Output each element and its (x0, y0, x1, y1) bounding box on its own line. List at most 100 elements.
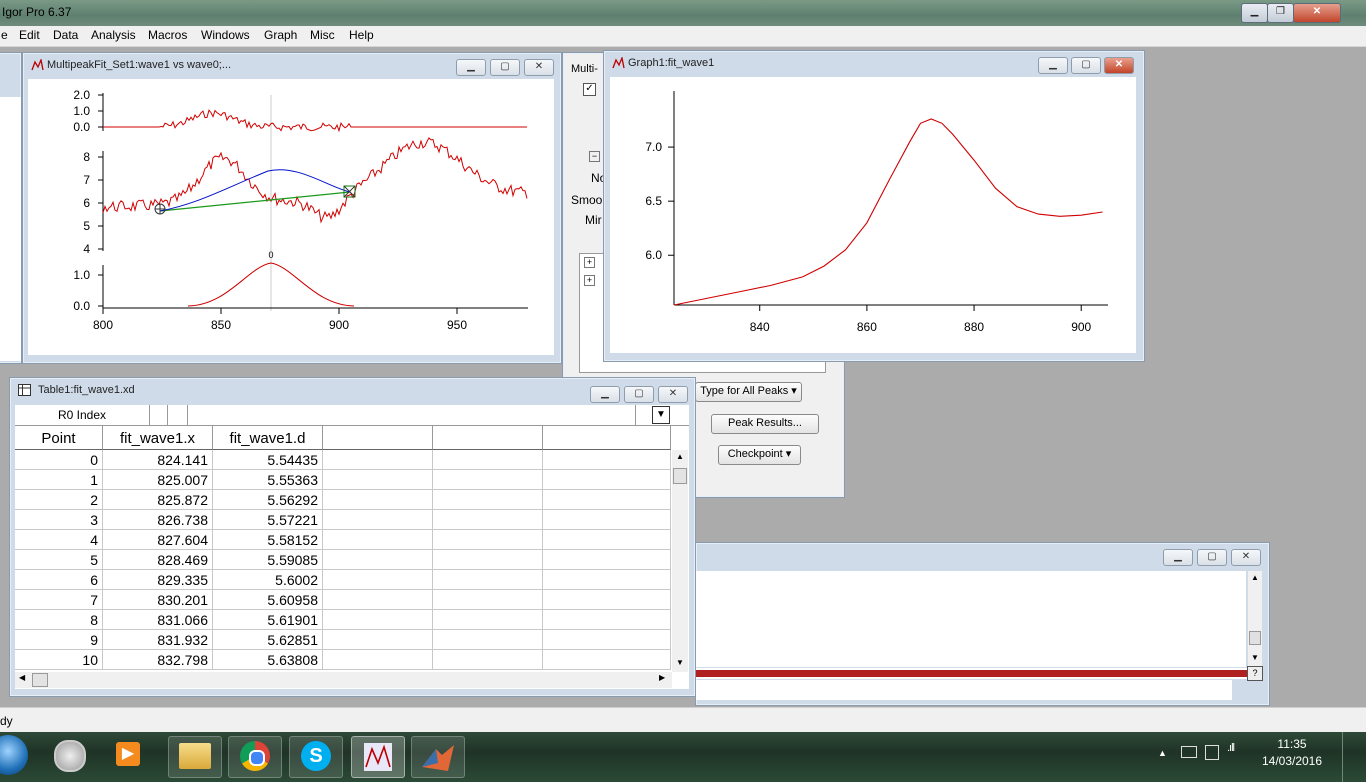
minimize-button[interactable]: ▁ (1038, 57, 1068, 74)
table-cell[interactable] (323, 530, 433, 550)
table-cell[interactable] (323, 450, 433, 470)
table-cell[interactable] (543, 490, 671, 510)
table-cell[interactable] (433, 470, 543, 490)
taskbar-app-explorer[interactable] (168, 736, 222, 778)
menu-data[interactable]: Data (53, 28, 78, 42)
table-cell[interactable]: 828.469 (103, 550, 213, 570)
row-index-cell[interactable]: 3 (15, 510, 103, 530)
minimize-button[interactable]: ▁ (1163, 549, 1193, 566)
tray-network-icon[interactable] (1205, 745, 1219, 760)
tray-battery-icon[interactable] (1181, 746, 1197, 758)
table-cell[interactable] (543, 650, 671, 670)
table-cell[interactable]: 5.54435 (213, 450, 323, 470)
table-cell[interactable]: 831.066 (103, 610, 213, 630)
table-cell[interactable] (543, 590, 671, 610)
table-cell[interactable] (323, 490, 433, 510)
minimize-button[interactable]: ▁ (590, 386, 620, 403)
row-index-cell[interactable]: 4 (15, 530, 103, 550)
table-cell[interactable] (433, 510, 543, 530)
row-index-cell[interactable]: 1 (15, 470, 103, 490)
table-cell[interactable] (323, 590, 433, 610)
table-cell[interactable]: 829.335 (103, 570, 213, 590)
clock-time[interactable]: 11:35 (1256, 737, 1328, 751)
table-cell[interactable] (543, 550, 671, 570)
table-cell[interactable]: 825.872 (103, 490, 213, 510)
table-cell[interactable] (323, 550, 433, 570)
table-horizontal-scrollbar[interactable]: ◀ ▶ (15, 672, 672, 688)
table-cell[interactable] (543, 530, 671, 550)
table-cell[interactable]: 5.58152 (213, 530, 323, 550)
table-cell[interactable] (543, 470, 671, 490)
table-cell[interactable] (543, 510, 671, 530)
clock-date[interactable]: 14/03/2016 (1256, 754, 1328, 768)
taskbar-app-media[interactable]: ▶ (104, 736, 156, 776)
close-button[interactable]: ✕ (524, 59, 554, 76)
taskbar-app-chrome[interactable] (228, 736, 282, 778)
column-header-empty[interactable] (433, 426, 543, 450)
table-cell[interactable] (433, 570, 543, 590)
table-cell[interactable] (433, 450, 543, 470)
use-checkbox[interactable]: ✓ (583, 83, 596, 96)
expand-toggle-2[interactable]: + (584, 275, 595, 286)
taskbar-app-skype[interactable]: S (289, 736, 343, 778)
table-cell[interactable]: 827.604 (103, 530, 213, 550)
peak-results-button[interactable]: Peak Results... (711, 414, 819, 434)
table-cell[interactable]: 831.932 (103, 630, 213, 650)
row-index-cell[interactable]: 9 (15, 630, 103, 650)
menu-windows[interactable]: Windows (201, 28, 250, 42)
column-header-empty[interactable] (323, 426, 433, 450)
row-index-cell[interactable]: 2 (15, 490, 103, 510)
table-cell[interactable]: 5.62851 (213, 630, 323, 650)
entry-accept[interactable] (167, 405, 188, 425)
row-index-cell[interactable]: 0 (15, 450, 103, 470)
command-window[interactable]: ▁ ▢ ✕ ▲ ▼ ? (695, 542, 1270, 706)
table-cell[interactable] (433, 490, 543, 510)
table-cell[interactable]: 5.56292 (213, 490, 323, 510)
table-cell[interactable] (323, 470, 433, 490)
table-cell[interactable]: 830.201 (103, 590, 213, 610)
menu-macros[interactable]: Macros (148, 28, 187, 42)
expand-toggle-1[interactable]: + (584, 257, 595, 268)
tray-signal-icon[interactable]: .ıll (1227, 742, 1235, 754)
row-index-cell[interactable]: 6 (15, 570, 103, 590)
multipeak-plot-area[interactable]: 2.0 1.0 0.0 8 7 6 5 4 1.0 0.0 0 800 850 … (28, 79, 554, 355)
command-history[interactable] (696, 571, 1246, 667)
table-vertical-scrollbar[interactable]: ▲ ▼ (672, 450, 688, 672)
help-icon[interactable]: ? (1247, 666, 1263, 681)
column-header-empty[interactable] (543, 426, 671, 450)
table-cell[interactable] (543, 570, 671, 590)
taskbar-app-igor[interactable] (351, 736, 405, 778)
table-cell[interactable] (433, 650, 543, 670)
table-cell[interactable] (543, 450, 671, 470)
maximize-button[interactable]: ▢ (1071, 57, 1101, 74)
menu-misc[interactable]: Misc (310, 28, 335, 42)
taskbar-app-clock[interactable] (44, 736, 96, 776)
table-cell[interactable]: 5.59085 (213, 550, 323, 570)
table-cell[interactable] (543, 610, 671, 630)
table-cell[interactable] (433, 590, 543, 610)
column-header-point[interactable]: Point (15, 426, 103, 450)
command-line-input[interactable] (696, 680, 1232, 700)
row-index-cell[interactable]: 7 (15, 590, 103, 610)
close-button[interactable]: ✕ (658, 386, 688, 403)
close-button[interactable]: ✕ (1231, 549, 1261, 566)
table-cell[interactable]: 5.61901 (213, 610, 323, 630)
graph1-window[interactable]: Graph1:fit_wave1 ▁ ▢ ✕ 840 860 880 900 7.0 6.… (603, 50, 1145, 362)
row-index-cell[interactable]: 10 (15, 650, 103, 670)
entry-field[interactable] (187, 405, 636, 425)
minimize-app-button[interactable]: ▁ (1241, 3, 1268, 23)
taskbar-app-matlab[interactable] (411, 736, 465, 778)
table-cell[interactable]: 826.738 (103, 510, 213, 530)
background-window-left[interactable] (0, 52, 22, 364)
column-header-d[interactable]: fit_wave1.d (213, 426, 323, 450)
table-cell[interactable]: 5.57221 (213, 510, 323, 530)
maximize-button[interactable]: ▢ (624, 386, 654, 403)
table-cell[interactable] (543, 630, 671, 650)
table-cell[interactable] (433, 610, 543, 630)
table-client[interactable]: R0 Index ▼ Point fit_wave1.x fit_wave1.d… (15, 405, 689, 689)
column-header-x[interactable]: fit_wave1.x (103, 426, 213, 450)
table1-window[interactable]: Table1:fit_wave1.xd ▁ ▢ ✕ R0 Index ▼ Poi… (9, 377, 696, 697)
maximize-button[interactable]: ▢ (490, 59, 520, 76)
table-cell[interactable] (433, 550, 543, 570)
table-cell[interactable] (323, 610, 433, 630)
